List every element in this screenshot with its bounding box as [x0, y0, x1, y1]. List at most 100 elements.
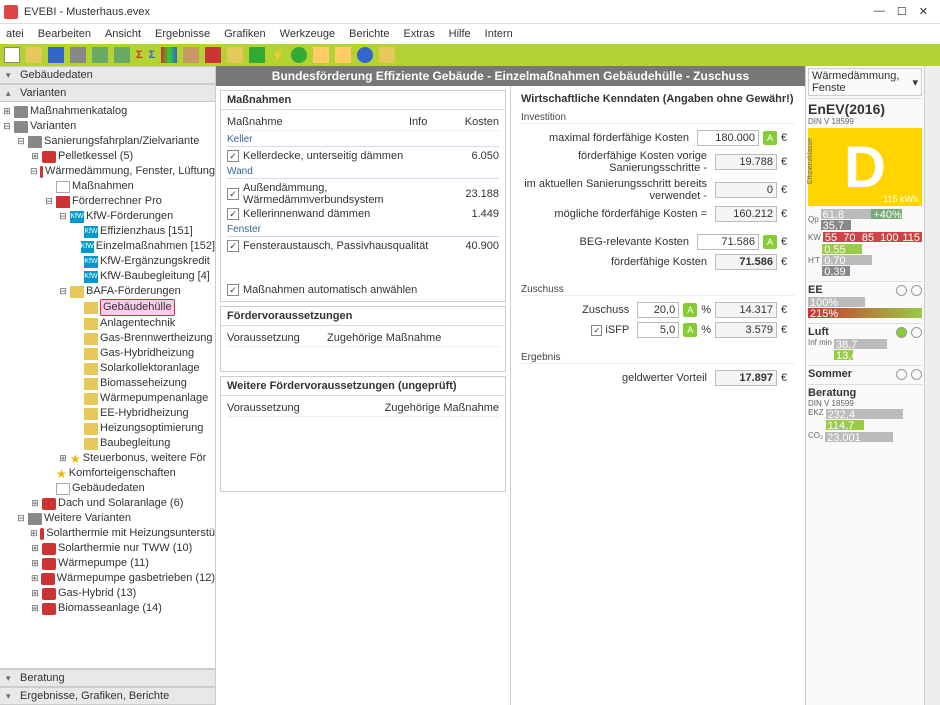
tree-ee-hybrid[interactable]: EE-Hybridheizung [100, 406, 189, 421]
tree-varianten[interactable]: Varianten [30, 119, 76, 134]
tree-pelletkessel[interactable]: Pelletkessel (5) [58, 149, 133, 164]
value-isfp-eur: 3.579 [715, 322, 777, 338]
tool-sigma2-icon[interactable]: Σ [149, 49, 156, 61]
tree-gas-hybrid13[interactable]: Gas-Hybrid (13) [58, 586, 136, 601]
maximize-button[interactable]: ☐ [897, 5, 907, 18]
badge-a-icon: A [683, 323, 697, 337]
checkbox-icon[interactable]: ✓ [227, 150, 239, 162]
checkbox-icon[interactable]: ✓ [227, 208, 239, 220]
input-zuschuss[interactable]: 20,0 [637, 302, 679, 318]
tree-einzelmassnahmen[interactable]: Einzelmaßnahmen [152] [96, 239, 215, 254]
tree-waermepumpe11[interactable]: Wärmepumpe (11) [58, 556, 149, 571]
tree-biomasse14[interactable]: Biomasseanlage (14) [58, 601, 162, 616]
tree-gas-hybrid[interactable]: Gas-Hybridheizung [100, 346, 194, 361]
tree-massnahmenkatalog[interactable]: Maßnahmenkatalog [30, 104, 127, 119]
tool-save-icon[interactable] [48, 47, 64, 63]
tool-check-icon[interactable] [249, 47, 265, 63]
value-aktuell: 0 [715, 182, 777, 198]
tree-waermepumpe[interactable]: Wärmepumpenanlage [100, 391, 208, 406]
expand-icon: ▾ [6, 70, 16, 81]
menu-werkzeuge[interactable]: Werkzeuge [280, 28, 335, 40]
tool-house-icon[interactable] [183, 47, 199, 63]
menu-extras[interactable]: Extras [403, 28, 434, 40]
panel-varianten[interactable]: ▴Varianten [0, 84, 215, 102]
close-button[interactable]: ✕ [919, 5, 928, 18]
tool-new-icon[interactable] [4, 47, 20, 63]
tree-komfort[interactable]: Komforteigenschaften [69, 466, 176, 481]
minimize-button[interactable]: — [874, 5, 885, 18]
tool-doc2-icon[interactable] [335, 47, 351, 63]
tree-bafa[interactable]: BAFA-Förderungen [86, 284, 181, 299]
section-title: Bundesförderung Effiziente Gebäude - Ein… [216, 66, 805, 86]
row-aussendaemmung[interactable]: ✓Außendämmung, Wärmedämmverbundsystem23.… [227, 181, 499, 207]
panel-beratung[interactable]: ▾Beratung [0, 669, 215, 687]
tree-baubegleitung[interactable]: Baubegleitung [100, 436, 170, 451]
tree-waermepumpe-gas[interactable]: Wärmepumpe gasbetrieben (12) [57, 571, 215, 586]
tool-sigma-icon[interactable]: Σ [136, 49, 143, 61]
tree-massnahmen[interactable]: Maßnahmen [72, 179, 134, 194]
tree-ergaenzungskredit[interactable]: KfW-Ergänzungskredit [100, 254, 210, 269]
group-foerdervoraussetzungen: Fördervoraussetzungen VoraussetzungZugeh… [220, 306, 506, 372]
variant-tree[interactable]: ⊞Maßnahmenkatalog ⊟Varianten ⊟Sanierungs… [0, 102, 215, 668]
input-isfp[interactable]: 5,0 [637, 322, 679, 338]
tree-steuerbonus[interactable]: Steuerbonus, weitere För [83, 451, 207, 466]
badge-a-icon: A [763, 131, 777, 145]
tree-gebaeudedaten[interactable]: Gebäudedaten [72, 481, 145, 496]
tool-chart-icon[interactable] [161, 47, 177, 63]
menu-ergebnisse[interactable]: Ergebnisse [155, 28, 210, 40]
tree-solarkollektor[interactable]: Solarkollektoranlage [100, 361, 200, 376]
titlebar: EVEBI - Musterhaus.evex — ☐ ✕ [0, 0, 940, 24]
tool-print-icon[interactable] [70, 47, 86, 63]
checkbox-icon[interactable]: ✓ [227, 240, 239, 252]
variant-select[interactable]: Wärmedämmung, Fenste▾ [808, 68, 922, 96]
center-panel: Bundesförderung Effiziente Gebäude - Ein… [216, 66, 806, 705]
row-kellerinnenwand[interactable]: ✓Kellerinnenwand dämmen1.449 [227, 207, 499, 221]
menu-intern[interactable]: Intern [485, 28, 513, 40]
tree-anlagentechnik[interactable]: Anlagentechnik [100, 316, 175, 331]
tree-weitere-varianten[interactable]: Weitere Varianten [44, 511, 131, 526]
row-kellerdecke[interactable]: ✓Kellerdecke, unterseitig dämmen6.050 [227, 149, 499, 163]
tool-open-icon[interactable] [26, 47, 42, 63]
tree-solarthermie-hz[interactable]: Solarthermie mit Heizungsunterstü [46, 526, 215, 541]
menubar: atei Bearbeiten Ansicht Ergebnisse Grafi… [0, 24, 940, 44]
panel-ergebnisse[interactable]: ▾Ergebnisse, Grafiken, Berichte [0, 687, 215, 705]
row-auto[interactable]: ✓Maßnahmen automatisch anwählen [227, 283, 499, 297]
tool-redo-icon[interactable] [114, 47, 130, 63]
panel-gebaeudedaten[interactable]: ▾Gebäudedaten [0, 66, 215, 84]
menu-berichte[interactable]: Berichte [349, 28, 389, 40]
tool-info-icon[interactable] [379, 47, 395, 63]
tree-dach-solar[interactable]: Dach und Solaranlage (6) [58, 496, 183, 511]
menu-ansicht[interactable]: Ansicht [105, 28, 141, 40]
checkbox-icon[interactable]: ✓ [227, 284, 239, 296]
menu-bearbeiten[interactable]: Bearbeiten [38, 28, 91, 40]
scrollbar[interactable] [924, 66, 940, 705]
tree-heizungsoptimierung[interactable]: Heizungsoptimierung [100, 421, 203, 436]
tree-foerderrechner[interactable]: Förderrechner Pro [72, 194, 162, 209]
tree-gas-brennwert[interactable]: Gas-Brennwertheizung [100, 331, 213, 346]
tool-flag-icon[interactable] [205, 47, 221, 63]
tree-biomasse[interactable]: Biomasseheizung [100, 376, 187, 391]
tool-refresh-icon[interactable] [291, 47, 307, 63]
checkbox-isfp[interactable]: ✓ [591, 325, 602, 336]
tool-help-icon[interactable] [357, 47, 373, 63]
tree-kfw[interactable]: KfW-Förderungen [86, 209, 173, 224]
menu-datei[interactable]: atei [6, 28, 24, 40]
tool-doc-icon[interactable] [313, 47, 329, 63]
tree-gebaeudehuelle[interactable]: Gebäudehülle [100, 299, 175, 316]
tree-sanierungsfahrplan[interactable]: Sanierungsfahrplan/Zielvariante [44, 134, 199, 149]
tree-solarthermie-tww[interactable]: Solarthermie nur TWW (10) [58, 541, 192, 556]
left-sidebar: ▾Gebäudedaten ▴Varianten ⊞Maßnahmenkatal… [0, 66, 216, 705]
tool-bolt-icon[interactable]: ⚡ [271, 49, 285, 62]
menu-hilfe[interactable]: Hilfe [449, 28, 471, 40]
input-max-kosten[interactable]: 180.000 [697, 130, 759, 146]
tool-undo-icon[interactable] [92, 47, 108, 63]
tree-waermedaemmung[interactable]: Wärmedämmung, Fenster, Lüftung [45, 164, 215, 179]
checkbox-icon[interactable]: ✓ [227, 188, 239, 200]
energy-class-box: Effizienzklasse D 115 kWh [808, 128, 922, 206]
menu-grafiken[interactable]: Grafiken [224, 28, 266, 40]
input-beg[interactable]: 71.586 [697, 234, 759, 250]
row-fensteraustausch[interactable]: ✓Fensteraustausch, Passivhausqualität40.… [227, 239, 499, 253]
tree-effizienzhaus[interactable]: Effizienzhaus [151] [100, 224, 193, 239]
tree-baubegleitung-kfw[interactable]: KfW-Baubegleitung [4] [100, 269, 210, 284]
tool-tag-icon[interactable] [227, 47, 243, 63]
